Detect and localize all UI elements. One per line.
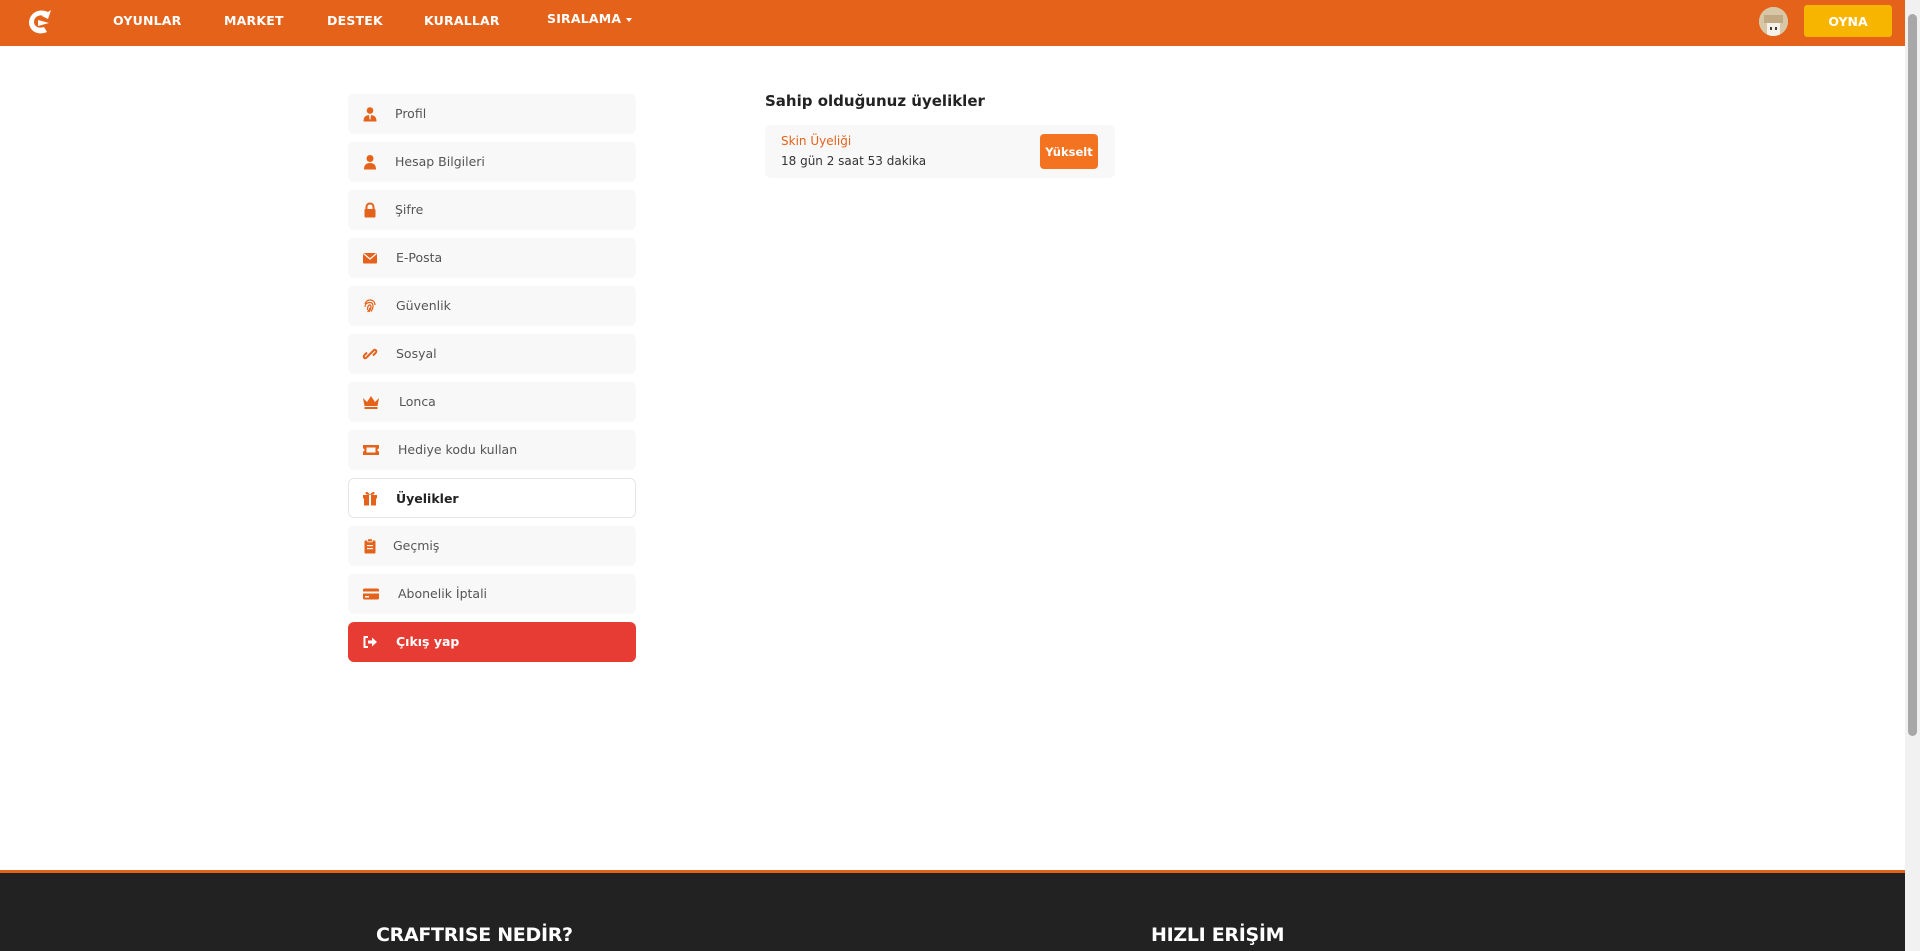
- craftrise-logo-icon[interactable]: [24, 6, 56, 38]
- gift-icon: [362, 490, 378, 506]
- sidebar-item-gecmis[interactable]: Geçmiş: [348, 526, 636, 566]
- top-navbar: OYUNLAR MARKET DESTEK KURALLAR SIRALAMA …: [0, 0, 1905, 46]
- nav-link-destek[interactable]: DESTEK: [327, 0, 383, 42]
- logout-button[interactable]: Çıkış yap: [348, 622, 636, 662]
- sign-out-icon: [362, 634, 378, 650]
- sidebar-item-label: E-Posta: [396, 250, 443, 265]
- sidebar-item-sifre[interactable]: Şifre: [348, 190, 636, 230]
- page-title: Sahip olduğunuz üyelikler: [765, 92, 985, 110]
- nav-link-oyunlar[interactable]: OYUNLAR: [113, 0, 182, 42]
- sidebar-item-guvenlik[interactable]: Güvenlik: [348, 286, 636, 326]
- sidebar-item-label: Üyelikler: [396, 491, 459, 506]
- sidebar-item-label: Hesap Bilgileri: [395, 154, 485, 169]
- crown-icon: [362, 394, 380, 410]
- footer-heading-craftrise: CRAFTRISE NEDİR?: [376, 924, 573, 946]
- upgrade-button[interactable]: Yükselt: [1040, 134, 1098, 169]
- sidebar-item-label: Şifre: [395, 202, 424, 217]
- nav-link-kurallar[interactable]: KURALLAR: [424, 0, 500, 42]
- link-icon: [362, 346, 378, 362]
- caret-down-icon: [626, 17, 633, 22]
- sidebar-item-label: Profil: [395, 106, 427, 121]
- clipboard-icon: [362, 538, 378, 554]
- sidebar-item-abonelik-iptali[interactable]: Abonelik İptali: [348, 574, 636, 614]
- sidebar-item-label: Geçmiş: [393, 538, 440, 553]
- membership-name: Skin Üyeliği: [781, 134, 852, 148]
- sidebar-item-e-posta[interactable]: E-Posta: [348, 238, 636, 278]
- sidebar-item-label: Çıkış yap: [396, 634, 460, 649]
- sidebar-item-sosyal[interactable]: Sosyal: [348, 334, 636, 374]
- user-tie-icon: [362, 106, 378, 122]
- envelope-icon: [362, 250, 378, 266]
- page-scrollbar[interactable]: [1905, 0, 1920, 951]
- sidebar-item-label: Güvenlik: [396, 298, 451, 313]
- user-icon: [362, 154, 378, 170]
- sidebar-item-lonca[interactable]: Lonca: [348, 382, 636, 422]
- sidebar-item-hesap-bilgileri[interactable]: Hesap Bilgileri: [348, 142, 636, 182]
- sidebar-item-hediye-kodu-kullan[interactable]: Hediye kodu kullan: [348, 430, 636, 470]
- sidebar-item-label: Abonelik İptali: [398, 586, 488, 601]
- membership-card: Skin Üyeliği 18 gün 2 saat 53 dakika Yük…: [765, 125, 1115, 178]
- footer-heading-quick-access: HIZLI ERİŞİM: [1151, 924, 1285, 946]
- play-button[interactable]: OYNA: [1804, 5, 1892, 37]
- footer: CRAFTRISE NEDİR? HIZLI ERİŞİM: [0, 870, 1905, 951]
- sidebar-item-uyelikler[interactable]: Üyelikler: [348, 478, 636, 518]
- fingerprint-icon: [362, 298, 378, 314]
- nav-link-siralama-label: SIRALAMA: [547, 11, 622, 26]
- nav-link-market[interactable]: MARKET: [224, 0, 284, 42]
- avatar[interactable]: [1759, 7, 1788, 36]
- sidebar-item-label: Sosyal: [396, 346, 437, 361]
- scrollbar-thumb[interactable]: [1908, 14, 1917, 736]
- nav-link-siralama[interactable]: SIRALAMA: [547, 0, 633, 40]
- lock-icon: [362, 202, 378, 218]
- ticket-icon: [362, 442, 380, 458]
- credit-card-icon: [362, 586, 380, 602]
- sidebar-item-profil[interactable]: Profil: [348, 94, 636, 134]
- sidebar-item-label: Lonca: [399, 394, 436, 409]
- sidebar-item-label: Hediye kodu kullan: [398, 442, 518, 457]
- membership-remaining-time: 18 gün 2 saat 53 dakika: [781, 154, 927, 168]
